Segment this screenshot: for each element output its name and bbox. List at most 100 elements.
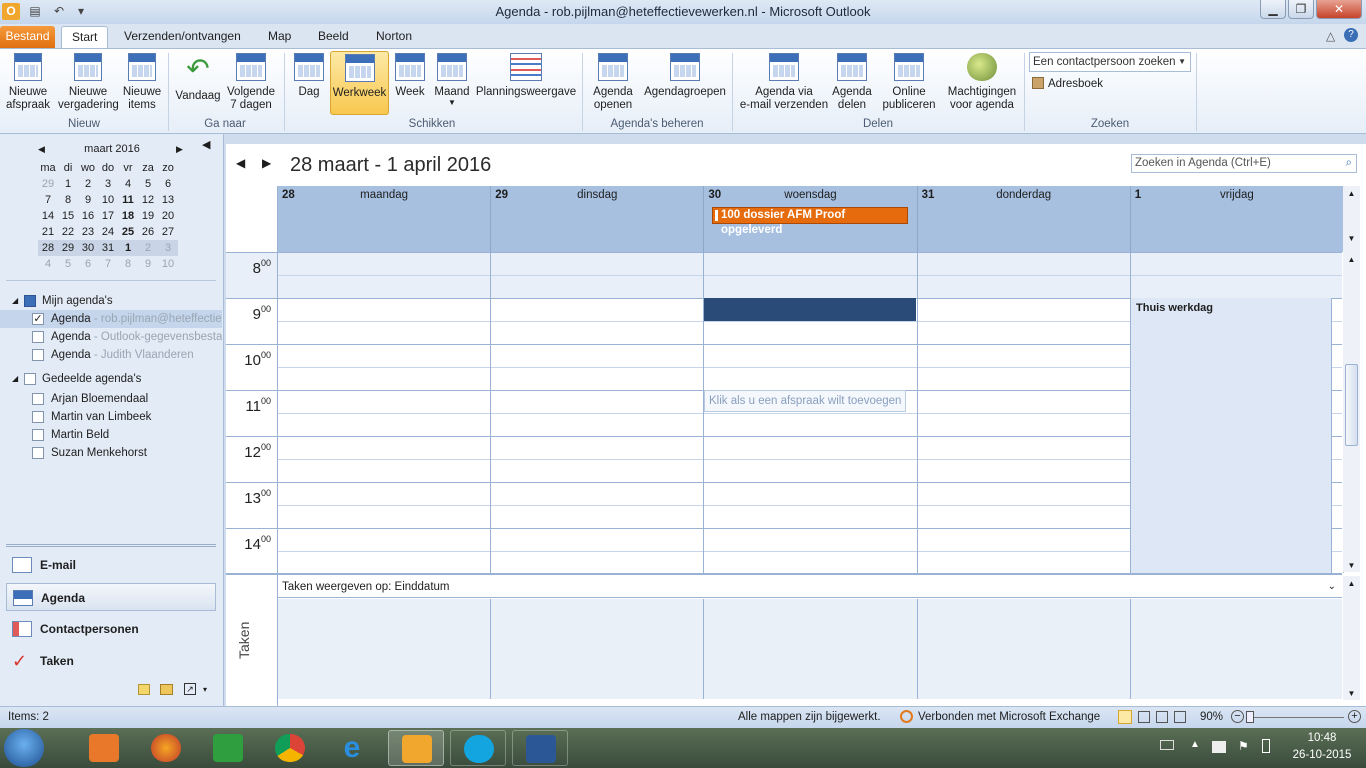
calendar-checkbox[interactable]: [32, 393, 44, 405]
grid-scrollbar[interactable]: ▲ ▼: [1343, 252, 1360, 572]
taskbar-firefox[interactable]: [138, 730, 194, 766]
tab-verzenden-ontvangen[interactable]: Verzenden/ontvangen: [114, 26, 251, 48]
help-icon[interactable]: ?: [1344, 28, 1358, 42]
address-book-button[interactable]: Adresboek: [1032, 77, 1103, 90]
taskbar-word[interactable]: [512, 730, 568, 766]
scroll-down-icon[interactable]: ▼: [1343, 689, 1360, 698]
click-to-add-hint[interactable]: Klik als u een afspraak wilt toevoegen: [704, 390, 906, 412]
taskbar-ie[interactable]: e: [324, 730, 380, 766]
notes-icon[interactable]: [138, 684, 150, 695]
email-calendar-button[interactable]: Agenda via e-mail verzenden: [738, 53, 830, 112]
zoom-in-icon[interactable]: +: [1348, 710, 1361, 723]
taskbar-stocks[interactable]: [200, 730, 256, 766]
scroll-thumb[interactable]: [1345, 364, 1358, 446]
tree-group-mijn-agendas[interactable]: ◢ Mijn agenda's: [0, 292, 222, 310]
taskbar-skype[interactable]: [450, 730, 506, 766]
tab-beeld[interactable]: Beeld: [308, 26, 359, 48]
minical-day[interactable]: 7: [98, 256, 118, 272]
tasks-header[interactable]: Taken weergeven op: Einddatum ⌄: [278, 576, 1342, 598]
reading-view-icon[interactable]: [1138, 711, 1150, 723]
minical-day[interactable]: 4: [38, 256, 58, 272]
collapse-pane-icon[interactable]: ◀: [202, 138, 210, 151]
day-header[interactable]: 31 donderdag: [917, 186, 1131, 252]
minical-day[interactable]: 19: [138, 208, 158, 224]
chevron-down-icon[interactable]: ⌄: [1328, 576, 1336, 598]
minical-day[interactable]: 6: [158, 176, 178, 192]
group-checkbox[interactable]: [24, 373, 36, 385]
clock-time[interactable]: 10:48: [1286, 732, 1358, 744]
minical-day[interactable]: 13: [158, 192, 178, 208]
action-center-icon[interactable]: ⚑: [1238, 739, 1249, 753]
nav-contactpersonen[interactable]: Contactpersonen: [6, 615, 216, 643]
start-button[interactable]: [4, 729, 44, 767]
taskbar-outlook[interactable]: [388, 730, 444, 766]
minical-day[interactable]: 22: [58, 224, 78, 240]
next-period-icon[interactable]: ▶: [262, 156, 271, 170]
allday-event[interactable]: 100 dossier AFM Proof opgeleverd: [712, 207, 908, 236]
new-appointment-button[interactable]: Nieuwe afspraak: [4, 53, 52, 112]
full-view-icon[interactable]: [1174, 711, 1186, 723]
minical-day[interactable]: 21: [38, 224, 58, 240]
minical-day[interactable]: 10: [98, 192, 118, 208]
search-icon[interactable]: ⌕: [1346, 155, 1352, 172]
minical-day[interactable]: 9: [78, 192, 98, 208]
minical-day[interactable]: 1: [118, 240, 138, 256]
clock-date[interactable]: 26-10-2015: [1286, 749, 1358, 761]
minical-day[interactable]: 14: [38, 208, 58, 224]
calendar-permissions-button[interactable]: Machtigingen voor agenda: [944, 53, 1020, 112]
calendar-checkbox[interactable]: [32, 447, 44, 459]
compact-view-icon[interactable]: [1156, 711, 1168, 723]
next-month-icon[interactable]: ▶: [176, 144, 183, 155]
contact-search-input[interactable]: Een contactpersoon zoeken ▼: [1029, 52, 1191, 72]
shared-calendar-item[interactable]: Martin Beld: [0, 426, 222, 444]
tab-map[interactable]: Map: [258, 26, 301, 48]
windows-flag-icon[interactable]: [1212, 741, 1226, 753]
scroll-up-icon[interactable]: ▲: [1343, 579, 1360, 588]
minical-day[interactable]: 1: [58, 176, 78, 192]
minical-day[interactable]: 18: [118, 208, 138, 224]
calendar-checkbox[interactable]: [32, 331, 44, 343]
folder-icon[interactable]: [160, 684, 173, 695]
minical-day[interactable]: 8: [118, 256, 138, 272]
minical-day[interactable]: 15: [58, 208, 78, 224]
prev-month-icon[interactable]: ◀: [38, 144, 45, 155]
view-workweek-button[interactable]: Werkweek: [330, 51, 389, 115]
calendar-checkbox[interactable]: [32, 349, 44, 361]
minical-day[interactable]: 16: [78, 208, 98, 224]
minical-day[interactable]: 23: [78, 224, 98, 240]
nav-email[interactable]: E-mail: [6, 551, 216, 579]
minical-day[interactable]: 28: [38, 240, 58, 256]
scroll-down-icon[interactable]: ▼: [1343, 234, 1360, 243]
calendar-tree-item[interactable]: Agenda - Outlook-gegevensbestand: [0, 328, 222, 346]
show-hidden-icons[interactable]: ▲: [1190, 739, 1200, 750]
minical-day[interactable]: 24: [98, 224, 118, 240]
zoom-slider[interactable]: [1248, 717, 1344, 718]
minical-day[interactable]: 29: [38, 176, 58, 192]
selected-timeslot[interactable]: [704, 298, 916, 321]
close-button[interactable]: ✕: [1316, 0, 1362, 19]
calendar-groups-button[interactable]: Agendagroepen: [640, 53, 730, 99]
minical-day[interactable]: 4: [118, 176, 138, 192]
new-items-button[interactable]: Nieuwe items: [120, 53, 164, 112]
minical-day[interactable]: 11: [118, 192, 138, 208]
view-planning-button[interactable]: Planningsweergave: [474, 53, 578, 99]
calendar-tree-item[interactable]: ✓ Agenda - rob.pijlman@heteffectievewerke…: [0, 310, 222, 328]
minical-day[interactable]: 6: [78, 256, 98, 272]
minical-day[interactable]: 26: [138, 224, 158, 240]
zoom-out-icon[interactable]: −: [1231, 710, 1244, 723]
calendar-search-input[interactable]: Zoeken in Agenda (Ctrl+E) ⌕: [1131, 154, 1357, 173]
minical-day[interactable]: 2: [78, 176, 98, 192]
tab-bestand[interactable]: Bestand: [0, 26, 55, 48]
minical-day[interactable]: 17: [98, 208, 118, 224]
calendar-checkbox[interactable]: [32, 429, 44, 441]
friday-event[interactable]: Thuis werkdag: [1130, 298, 1332, 573]
splitter[interactable]: [6, 544, 216, 547]
tasks-scrollbar[interactable]: ▲ ▼: [1343, 576, 1360, 700]
minical-day[interactable]: 5: [138, 176, 158, 192]
battery-icon[interactable]: [1262, 739, 1270, 753]
group-checkbox[interactable]: [24, 295, 36, 307]
minimize-ribbon-icon[interactable]: △: [1326, 29, 1335, 43]
scroll-up-icon[interactable]: ▲: [1343, 189, 1360, 198]
minical-day[interactable]: 10: [158, 256, 178, 272]
tree-group-gedeelde-agendas[interactable]: ◢ Gedeelde agenda's: [0, 370, 222, 388]
